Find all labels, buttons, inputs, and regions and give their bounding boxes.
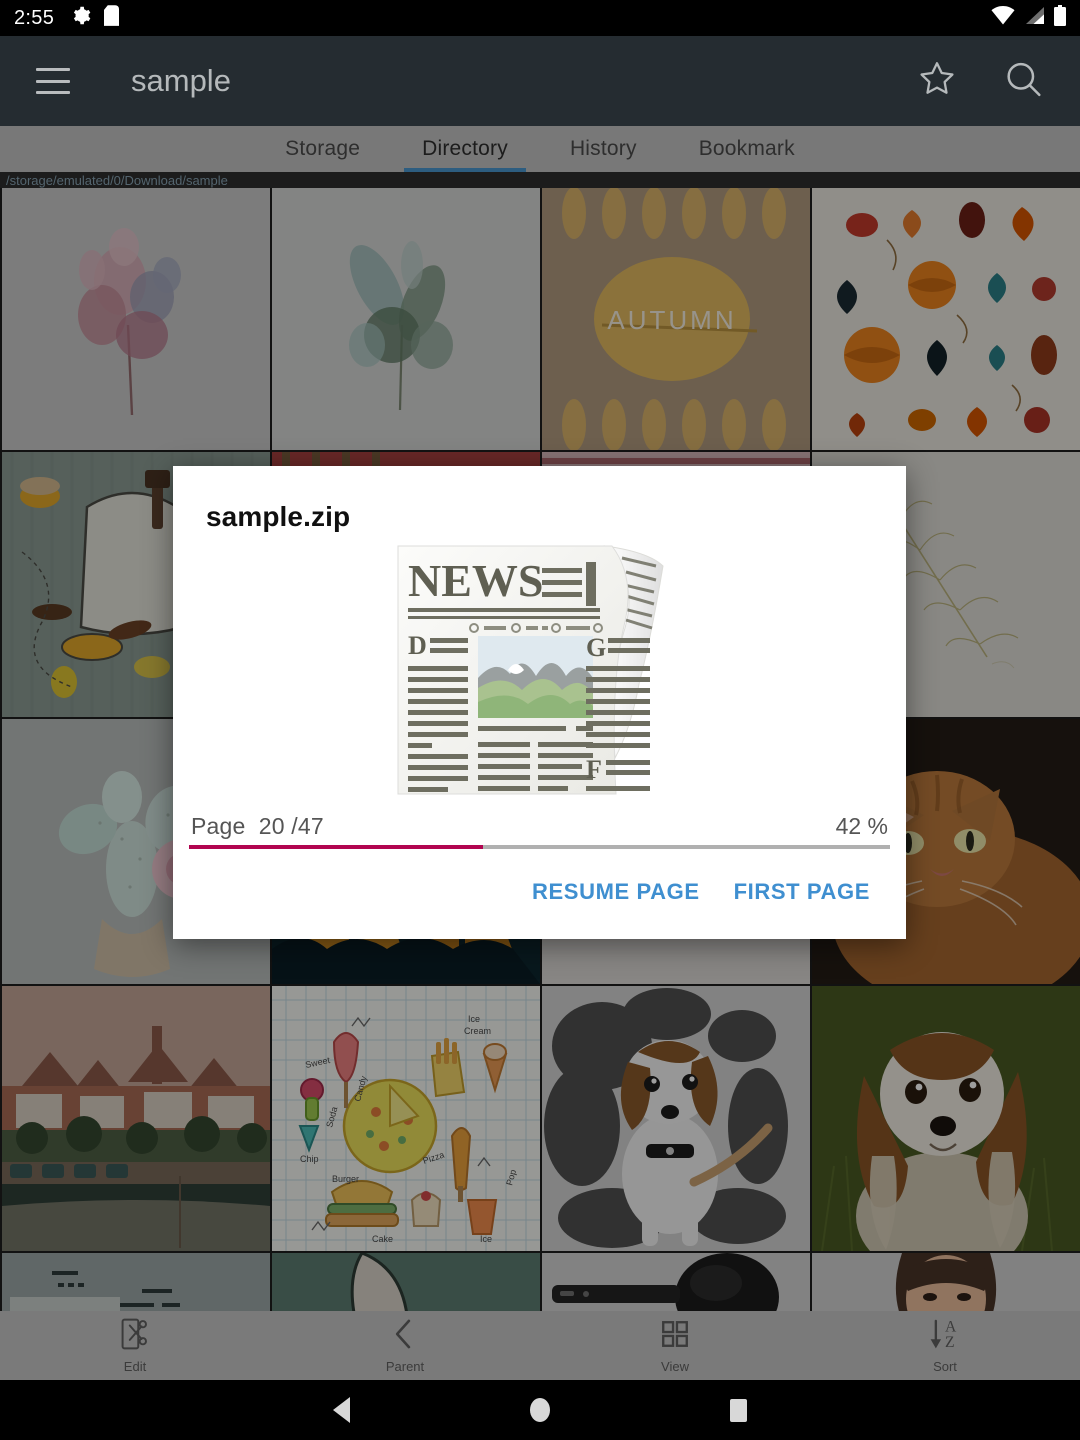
status-bar: 2:55: [0, 0, 1080, 36]
bottombar-label-parent: Parent: [385, 1359, 425, 1374]
bottombar-label-view: View: [661, 1359, 689, 1374]
nav-recents-button[interactable]: [730, 1398, 747, 1422]
sort-az-icon: A Z: [928, 1317, 962, 1356]
dialog-title: sample.zip: [206, 501, 351, 532]
current-path-label: /storage/emulated/0/Download/sample: [6, 173, 228, 188]
bottombar-item-sort[interactable]: A Z Sort: [810, 1311, 1080, 1380]
svg-text:A: A: [945, 1318, 957, 1335]
svg-text:F: F: [586, 755, 602, 784]
tab-storage[interactable]: Storage: [285, 137, 360, 172]
sd-card-icon: [104, 5, 120, 31]
newspaper-icon: NEWS D G F: [173, 527, 906, 813]
dialog-actions: RESUME PAGE FIRST PAGE: [173, 849, 906, 939]
tab-history[interactable]: History: [570, 137, 637, 172]
app-bar: sample: [0, 36, 1080, 126]
bottombar-item-edit[interactable]: Edit: [0, 1311, 270, 1380]
svg-text:G: G: [586, 633, 606, 662]
svg-text:D: D: [408, 631, 427, 660]
bottombar-item-parent[interactable]: Parent: [270, 1311, 540, 1380]
breadcrumb: /storage/emulated/0/Download/sample: [0, 172, 1080, 188]
progress-track[interactable]: [189, 845, 890, 849]
nav-back-button[interactable]: [333, 1397, 350, 1423]
gear-icon: [70, 5, 91, 31]
open-archive-dialog: sample.zip NEWS D G F Page 20 /47 42 % R…: [173, 466, 906, 939]
page-separator: /: [291, 813, 298, 839]
tab-bookmark[interactable]: Bookmark: [699, 137, 795, 172]
bottombar-label-sort: Sort: [933, 1359, 957, 1374]
svg-text:NEWS: NEWS: [408, 555, 543, 606]
page-current: 20: [258, 813, 285, 839]
android-screen: 2:55 sample Storage Directory History Bo…: [0, 0, 1080, 1440]
nav-home-button[interactable]: [530, 1398, 550, 1422]
tab-bar: Storage Directory History Bookmark: [0, 126, 1080, 172]
bottom-toolbar: Edit Parent View A Z Sort: [0, 1311, 1080, 1380]
bookmark-star-icon[interactable]: [917, 59, 957, 103]
wifi-icon: [991, 5, 1015, 30]
scissors-icon: [119, 1317, 151, 1356]
status-bar-clock: 2:55: [14, 6, 55, 29]
page-word: Page: [191, 813, 246, 839]
resume-page-button[interactable]: RESUME PAGE: [532, 879, 700, 905]
hamburger-menu-icon[interactable]: [36, 68, 70, 94]
android-nav-bar: [0, 1380, 1080, 1440]
progress-fill: [189, 845, 484, 849]
page-percent-label: 42 %: [835, 813, 888, 839]
tab-directory[interactable]: Directory: [404, 137, 526, 172]
first-page-button[interactable]: FIRST PAGE: [734, 879, 870, 905]
battery-icon: [1054, 5, 1066, 31]
page-progress[interactable]: Page 20 /47 42 %: [173, 813, 906, 849]
page-indicator-label: Page 20 /47: [191, 813, 324, 840]
bottombar-item-view[interactable]: View: [540, 1311, 810, 1380]
grid-view-icon: [659, 1317, 691, 1356]
svg-text:Z: Z: [945, 1334, 955, 1351]
chevron-left-icon: [389, 1317, 421, 1356]
bottombar-label-edit: Edit: [123, 1359, 147, 1374]
search-icon[interactable]: [1003, 59, 1044, 104]
page-total: 47: [297, 813, 324, 839]
cell-signal-icon: [1024, 6, 1045, 30]
page-title: sample: [131, 63, 231, 98]
